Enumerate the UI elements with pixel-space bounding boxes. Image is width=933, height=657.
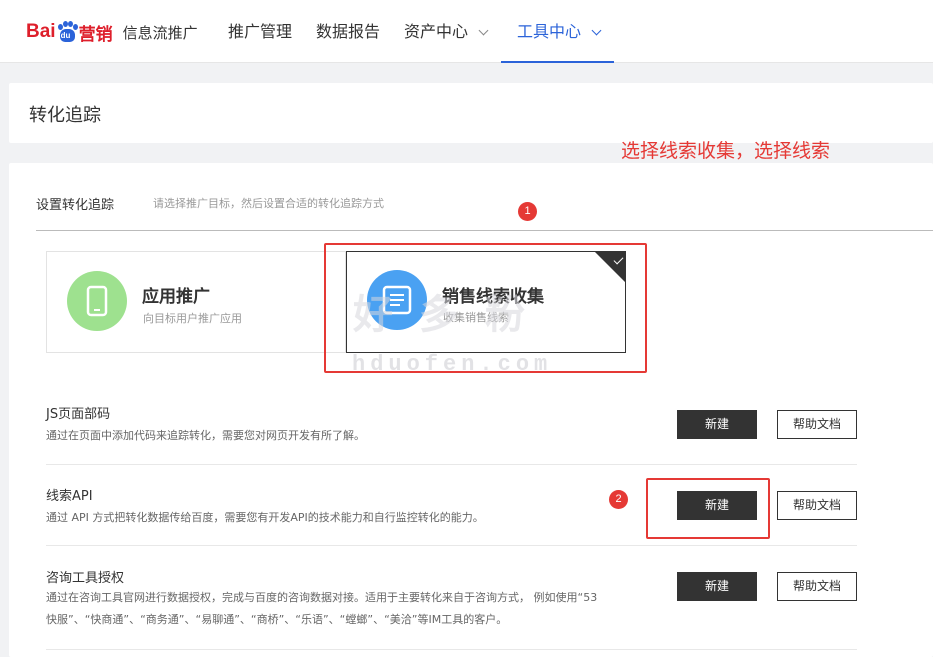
nav-item-label: 工具中心 (517, 22, 582, 41)
page-title: 转化追踪 (29, 105, 101, 126)
baidu-marketing-logo[interactable]: Bai du 营销 信息流推广 (26, 14, 198, 50)
method-title: 咨询工具授权 (46, 571, 125, 586)
nav-item-data-report[interactable]: 数据报告 (316, 0, 380, 62)
watermark-text: 好多粉 (353, 292, 551, 338)
product-name: 信息流推广 (122, 23, 198, 42)
step-badge-2: 2 (609, 490, 628, 509)
logo-paw-text: du (60, 31, 71, 40)
divider (46, 649, 857, 650)
nav-item-label: 资产中心 (404, 22, 469, 41)
logo-suffix: 营销 (78, 24, 113, 45)
divider (46, 464, 857, 465)
goal-card-app-promotion[interactable]: 应用推广 向目标用户推广应用 (46, 251, 346, 353)
help-doc-button[interactable]: 帮助文档 (777, 572, 857, 601)
nav-item-label: 数据报告 (316, 22, 381, 41)
method-desc: 通过在页面中添加代码来追踪转化，需要您对网页开发有所了解。 (46, 429, 365, 442)
conversion-setup-panel: 设置转化追踪 请选择推广目标，然后设置合适的转化追踪方式 1 应用推广 向目标用… (9, 163, 933, 657)
method-desc: 通过在咨询工具官网进行数据授权，完成与百度的咨询数据对接。适用于主要转化来自于咨… (46, 591, 598, 604)
help-doc-button[interactable]: 帮助文档 (777, 410, 857, 439)
method-desc: 通过 API 方式把转化数据传给百度，需要您有开发API的技术能力和自行监控转化… (46, 511, 484, 524)
app-icon-circle (67, 271, 127, 331)
method-desc-continued: 快服”、“快商通”、“商务通”、“易聊通”、“商桥”、“乐语”、“螳螂”、“美洽… (46, 613, 508, 626)
top-nav-bar: Bai du 营销 信息流推广 推广管理 数据报告 资产中心 工具中心 (0, 0, 933, 63)
help-doc-button[interactable]: 帮助文档 (777, 491, 857, 520)
method-title: JS页面部码 (46, 407, 111, 422)
logo-text: Bai (26, 21, 56, 42)
chevron-down-icon (591, 25, 602, 36)
nav-item-promotion-management[interactable]: 推广管理 (228, 0, 292, 62)
new-button[interactable]: 新建 (677, 572, 757, 601)
goal-title: 应用推广 (142, 287, 210, 307)
annotation-note: 选择线索收集，选择线索 (621, 140, 831, 162)
section-label: 设置转化追踪 (36, 198, 115, 213)
divider (46, 545, 857, 546)
nav-item-label: 推广管理 (228, 22, 293, 41)
nav-item-tool-center[interactable]: 工具中心 (500, 0, 615, 63)
method-title: 线索API (46, 489, 93, 504)
baidu-paw-icon: du (57, 21, 78, 43)
step-badge-1: 1 (518, 202, 537, 221)
chevron-down-icon (478, 25, 489, 36)
page-title-panel: 转化追踪 (9, 83, 933, 143)
mobile-phone-icon (86, 285, 108, 317)
watermark-url: hduofen.com (352, 352, 553, 377)
new-button[interactable]: 新建 (677, 410, 757, 439)
goal-subtitle: 向目标用户推广应用 (143, 312, 242, 325)
divider (36, 230, 933, 231)
nav-item-asset-center[interactable]: 资产中心 (404, 0, 489, 62)
section-hint: 请选择推广目标，然后设置合适的转化追踪方式 (153, 197, 384, 210)
annotation-highlight-box (646, 478, 770, 539)
